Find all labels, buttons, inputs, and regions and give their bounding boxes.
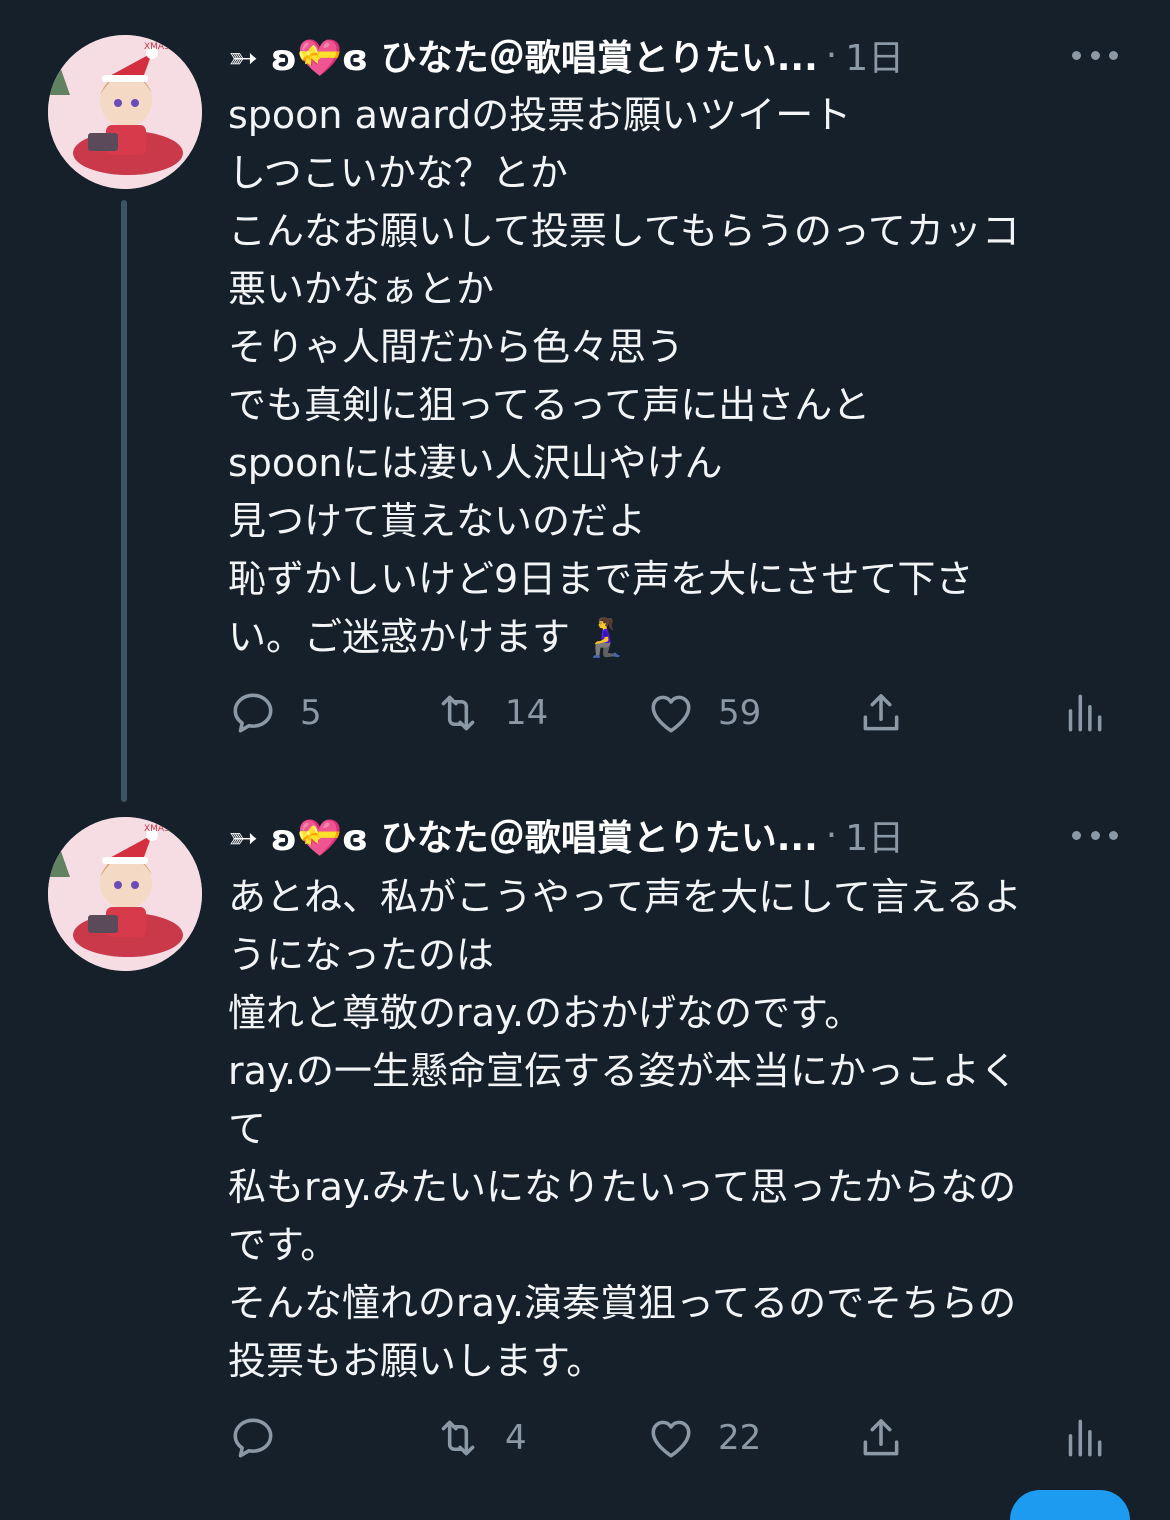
tweet-line: 投票もお願いします。 (228, 1339, 605, 1383)
tweet-line: でも真剣に狙ってるって声に出さんと (228, 383, 871, 427)
tweet-line: ray.の一生懸命宣伝する姿が本当にかっこよく (228, 1049, 1019, 1093)
share-icon (863, 1419, 899, 1456)
tweet-text: spoon awardの投票お願いツイート しつこいかな？とか こんなお願いして… (228, 86, 1128, 666)
thread-line (121, 200, 127, 802)
tweet-line: 憧れと尊敬のray.のおかげなのです。 (228, 991, 863, 1035)
like-count: 22 (718, 1418, 762, 1458)
timestamp[interactable]: 1日 (845, 809, 904, 861)
author-name[interactable]: ➳ ʚ💝ɞ ひなた＠歌唱賞とりたい... (228, 809, 818, 861)
tweet-header: ➳ ʚ💝ɞ ひなた＠歌唱賞とりたい... · 1日 (228, 810, 1128, 860)
avatar-illustration: XMAS (48, 35, 202, 189)
tweet-text: あとね、私がこうやって声を大にして言えるよ うになったのは 憧れと尊敬のray.… (228, 868, 1128, 1390)
like-button[interactable]: 59 (646, 685, 761, 741)
reply-icon (233, 1418, 273, 1458)
tweet-line: 恥ずかしいけど9日まで声を大にさせて下さ (228, 557, 974, 601)
timestamp[interactable]: 1日 (845, 29, 904, 81)
like-icon (651, 1420, 691, 1458)
avatar[interactable]: XMAS (48, 817, 202, 971)
analytics-button[interactable] (1058, 1410, 1108, 1466)
retweet-button[interactable]: 14 (433, 685, 548, 741)
tweet-line: です。 (228, 1223, 339, 1267)
reply-button[interactable]: 5 (228, 685, 322, 741)
tweet[interactable]: XMAS ➳ ʚ💝ɞ ひなた＠歌唱賞とりたい... · 1日 あとね、私がこうや… (0, 790, 1170, 1503)
share-button[interactable] (856, 685, 906, 741)
like-icon (651, 695, 691, 733)
reply-button[interactable] (228, 1410, 300, 1466)
more-icon[interactable] (1072, 48, 1118, 62)
retweet-count: 4 (505, 1418, 527, 1458)
tweet-line: うになったのは (228, 933, 495, 977)
reply-icon (233, 693, 273, 733)
retweet-icon (441, 695, 475, 731)
reply-count: 5 (300, 693, 322, 733)
like-button[interactable]: 22 (646, 1410, 761, 1466)
tweet-actions: 4 22 (228, 1410, 1108, 1466)
tweet-line: こんなお願いして投票してもらうのってカッコ (228, 209, 1020, 253)
tweet-line: 私もray.みたいになりたいって思ったからなの (228, 1165, 1017, 1209)
avatar-illustration: XMAS (48, 817, 202, 971)
retweet-icon (441, 1420, 475, 1456)
author-name[interactable]: ➳ ʚ💝ɞ ひなた＠歌唱賞とりたい... (228, 29, 818, 81)
tweet-line: て (228, 1107, 267, 1151)
tweet-line: 見つけて貰えないのだよ (228, 499, 647, 543)
tweet-line: しつこいかな？とか (228, 151, 568, 195)
tweet-line: spoonには凄い人沢山やけん (228, 441, 723, 485)
tweet-line: spoon awardの投票お願いツイート (228, 93, 852, 137)
like-count: 59 (718, 693, 762, 733)
tweet-line: あとね、私がこうやって声を大にして言えるよ (228, 875, 1022, 919)
analytics-icon (1068, 694, 1102, 732)
separator: · (825, 34, 838, 76)
analytics-button[interactable] (1058, 685, 1108, 741)
tweet[interactable]: XMAS ➳ ʚ💝ɞ ひなた＠歌唱賞とりたい... · 1日 spoon awa… (0, 0, 1170, 802)
tweet-actions: 5 14 59 (228, 685, 1108, 741)
tweet-line: 悪いかなぁとか (228, 267, 495, 311)
retweet-button[interactable]: 4 (433, 1410, 527, 1466)
avatar[interactable]: XMAS (48, 35, 202, 189)
separator: · (825, 814, 838, 856)
tweet-line: そんな憧れのray.演奏賞狙ってるのでそちらの (228, 1281, 1017, 1325)
avatar-label: XMAS (144, 824, 170, 834)
share-button[interactable] (856, 1410, 906, 1466)
tweet-line: い。ご迷惑かけます 🧎‍♀️ (228, 615, 630, 659)
tweet-header: ➳ ʚ💝ɞ ひなた＠歌唱賞とりたい... · 1日 (228, 30, 1128, 80)
share-icon (863, 694, 899, 731)
tweet-line: そりゃ人間だから色々思う (228, 325, 685, 369)
analytics-icon (1068, 1419, 1102, 1457)
compose-button-edge[interactable] (1010, 1490, 1130, 1520)
avatar-label: XMAS (144, 42, 170, 52)
retweet-count: 14 (505, 693, 549, 733)
more-icon[interactable] (1072, 828, 1118, 842)
